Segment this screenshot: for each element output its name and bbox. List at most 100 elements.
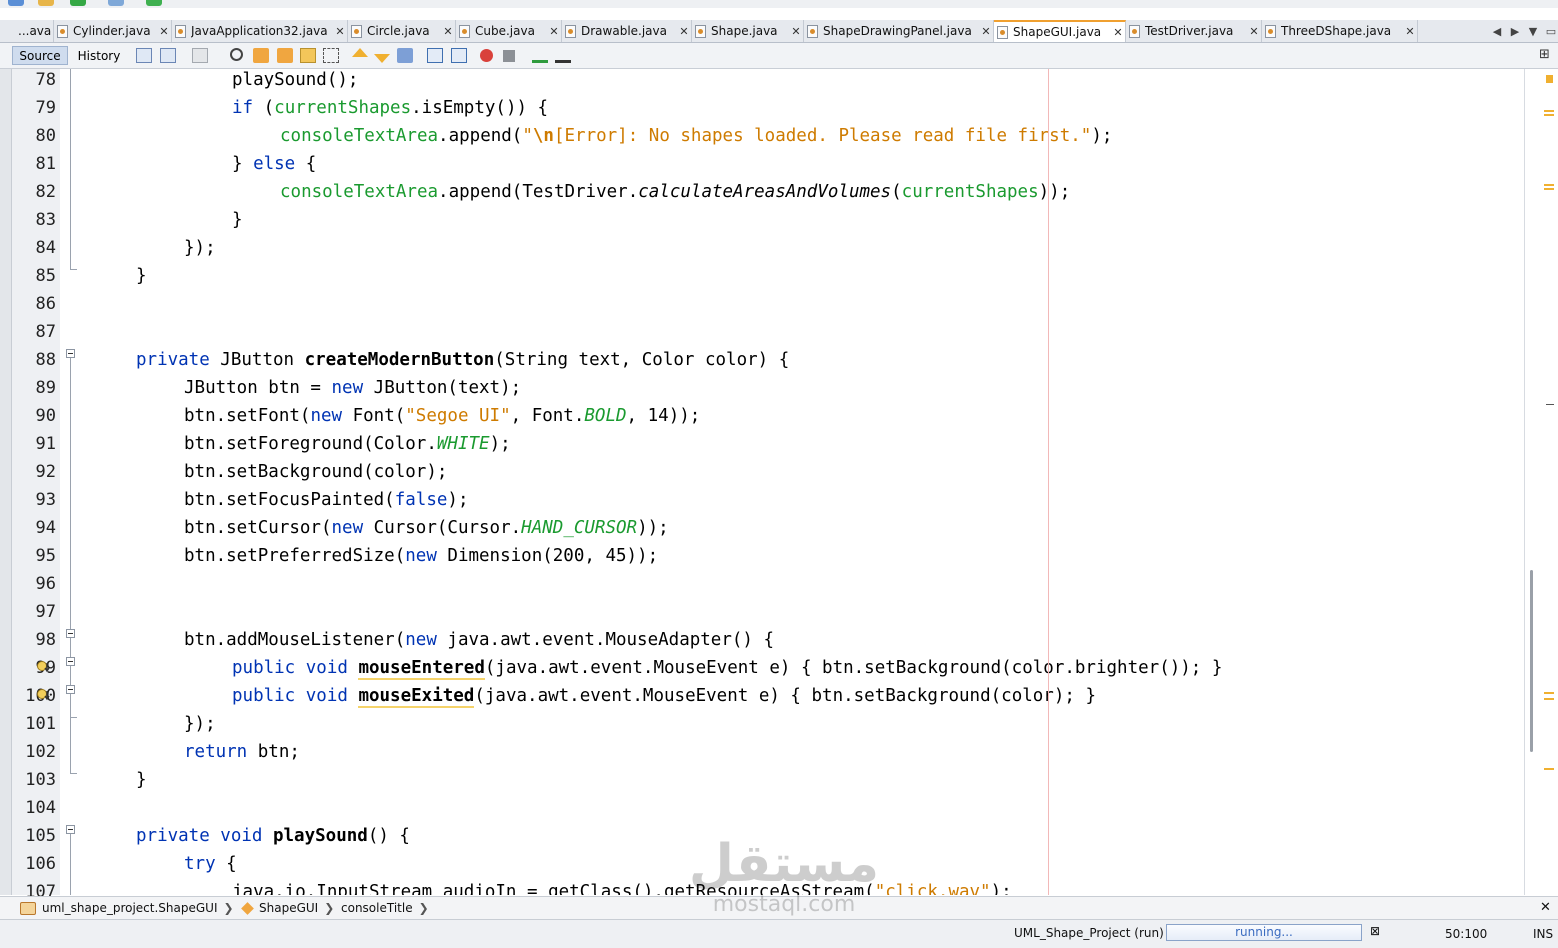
close-icon[interactable]: ✕ — [547, 25, 561, 38]
breadcrumb-label: uml_shape_project.ShapeGUI — [42, 901, 218, 915]
insert-mode-indicator[interactable]: INS — [1533, 927, 1553, 941]
code-token: Font( — [342, 406, 406, 426]
history-view-button[interactable]: History — [72, 46, 126, 65]
find-previous-icon[interactable] — [253, 48, 269, 63]
tab-shape[interactable]: Shape.java ✕ — [692, 20, 804, 42]
override-annotation-icon[interactable] — [37, 660, 51, 673]
fold-toggle-icon[interactable] — [66, 825, 75, 834]
validate-xml-icon[interactable] — [555, 48, 571, 63]
cancel-task-icon[interactable]: ⊠ — [1370, 924, 1380, 938]
vertical-scrollbar-thumb[interactable] — [1530, 570, 1533, 752]
warning-marker[interactable] — [1544, 768, 1554, 770]
fold-toggle-icon[interactable] — [66, 349, 75, 358]
tab-label: TestDriver.java — [1145, 24, 1234, 38]
back-icon[interactable] — [160, 48, 176, 63]
toggle-highlight-icon[interactable] — [300, 48, 316, 63]
find-next-icon[interactable] — [277, 48, 293, 63]
tab-hidden-ava[interactable]: ...ava — [0, 20, 54, 42]
tab-shapegui[interactable]: ShapeGUI.java ✕ — [994, 20, 1126, 42]
code-token: Cursor(Cursor. — [363, 518, 522, 538]
warning-marker[interactable] — [1544, 188, 1554, 190]
code-line-100: public void mouseExited(java.awt.event.M… — [232, 685, 1096, 713]
close-icon[interactable]: ✕ — [789, 25, 803, 38]
tab-testdriver[interactable]: TestDriver.java ✕ — [1126, 20, 1262, 42]
open-project-icon[interactable] — [38, 0, 54, 6]
caret-position[interactable]: 50:100 — [1445, 927, 1487, 941]
previous-bookmark-icon[interactable] — [352, 48, 368, 57]
toggle-rectangular-selection-icon[interactable] — [323, 48, 339, 63]
next-bookmark-icon[interactable] — [374, 54, 390, 63]
warning-marker[interactable] — [1544, 692, 1554, 694]
task-progress-bar[interactable]: running... — [1166, 924, 1362, 941]
tab-threedshape[interactable]: ThreeDShape.java ✕ — [1262, 20, 1418, 42]
code-token: btn.setFocusPainted( — [184, 490, 395, 510]
warning-marker[interactable] — [1546, 75, 1553, 83]
breadcrumb-item-package[interactable]: uml_shape_project.ShapeGUI ❯ — [20, 901, 234, 915]
tab-label: Cylinder.java — [73, 24, 151, 38]
code-line-84: }); — [184, 237, 216, 265]
show-opened-documents-icon[interactable]: ▼ — [1524, 25, 1542, 38]
breadcrumb-label: consoleTitle — [341, 901, 413, 915]
error-stripe[interactable] — [1524, 69, 1558, 895]
line-number: 105 — [25, 826, 56, 846]
java-file-icon — [565, 24, 576, 38]
tab-shapedrawingpanel[interactable]: ShapeDrawingPanel.java ✕ — [804, 20, 994, 42]
override-annotation-icon[interactable] — [37, 688, 51, 701]
code-editor[interactable]: playSound(); if (currentShapes.isEmpty()… — [88, 69, 1523, 895]
last-edit-icon[interactable] — [136, 48, 152, 63]
source-view-button[interactable]: Source — [12, 46, 68, 65]
stop-macro-recording-icon[interactable] — [503, 50, 515, 62]
code-token: currentShapes — [274, 98, 412, 118]
close-icon[interactable]: ✕ — [1247, 25, 1261, 38]
debug-project-icon[interactable] — [108, 0, 124, 6]
warning-marker[interactable] — [1544, 114, 1554, 116]
maximize-window-icon[interactable]: ▭ — [1542, 25, 1558, 38]
warning-marker[interactable] — [1544, 698, 1554, 700]
code-token: consoleTextArea — [280, 126, 439, 146]
tab-cylinder[interactable]: Cylinder.java ✕ — [54, 20, 172, 42]
new-project-icon[interactable] — [8, 0, 24, 6]
code-token: WHITE — [436, 434, 490, 454]
fold-end-marker — [70, 773, 77, 774]
running-project-label[interactable]: UML_Shape_Project (run) — [1014, 926, 1164, 940]
code-token: new — [405, 630, 437, 650]
code-line-105: private void playSound() { — [136, 825, 410, 853]
close-icon[interactable]: ✕ — [333, 25, 347, 38]
breadcrumb-item-member[interactable]: consoleTitle ❯ — [341, 901, 429, 915]
close-icon[interactable]: ✕ — [677, 25, 691, 38]
line-number: 88 — [35, 350, 56, 370]
fold-toggle-icon[interactable] — [66, 685, 75, 694]
toggle-bookmark-icon[interactable] — [397, 48, 413, 63]
profile-project-icon[interactable] — [146, 0, 162, 6]
line-number: 103 — [25, 770, 56, 790]
find-selection-icon[interactable] — [230, 48, 243, 61]
shift-line-left-icon[interactable] — [427, 48, 443, 63]
close-icon[interactable]: ✕ — [1111, 26, 1125, 39]
warning-marker[interactable] — [1544, 110, 1554, 112]
forward-icon[interactable] — [192, 48, 208, 63]
shift-line-right-icon[interactable] — [451, 48, 467, 63]
code-token: "click.wav" — [874, 882, 991, 895]
split-editor-icon[interactable]: ⊞ — [1539, 47, 1550, 62]
tab-javaapplication32[interactable]: JavaApplication32.java ✕ — [172, 20, 348, 42]
scroll-tabs-right-icon[interactable]: ▶ — [1506, 25, 1524, 38]
code-token: ); — [447, 490, 469, 510]
close-icon[interactable]: ✕ — [441, 25, 455, 38]
tab-drawable[interactable]: Drawable.java ✕ — [562, 20, 692, 42]
run-project-icon[interactable] — [70, 0, 86, 6]
check-file-icon[interactable] — [532, 48, 548, 63]
tab-cube[interactable]: Cube.java ✕ — [456, 20, 562, 42]
close-icon[interactable]: ✕ — [157, 25, 171, 38]
breadcrumb-item-class[interactable]: ShapeGUI ❯ — [241, 901, 334, 915]
scroll-tabs-left-icon[interactable]: ◀ — [1488, 25, 1506, 38]
fold-toggle-icon[interactable] — [66, 657, 75, 666]
tab-circle[interactable]: Circle.java ✕ — [348, 20, 456, 42]
fold-toggle-icon[interactable] — [66, 629, 75, 638]
line-number: 91 — [35, 434, 56, 454]
close-icon[interactable]: ✕ — [1403, 25, 1417, 38]
start-macro-recording-icon[interactable] — [480, 49, 493, 62]
warning-marker[interactable] — [1544, 184, 1554, 186]
code-token: } — [232, 210, 243, 230]
close-icon[interactable]: ✕ — [1540, 900, 1551, 915]
close-icon[interactable]: ✕ — [979, 25, 993, 38]
